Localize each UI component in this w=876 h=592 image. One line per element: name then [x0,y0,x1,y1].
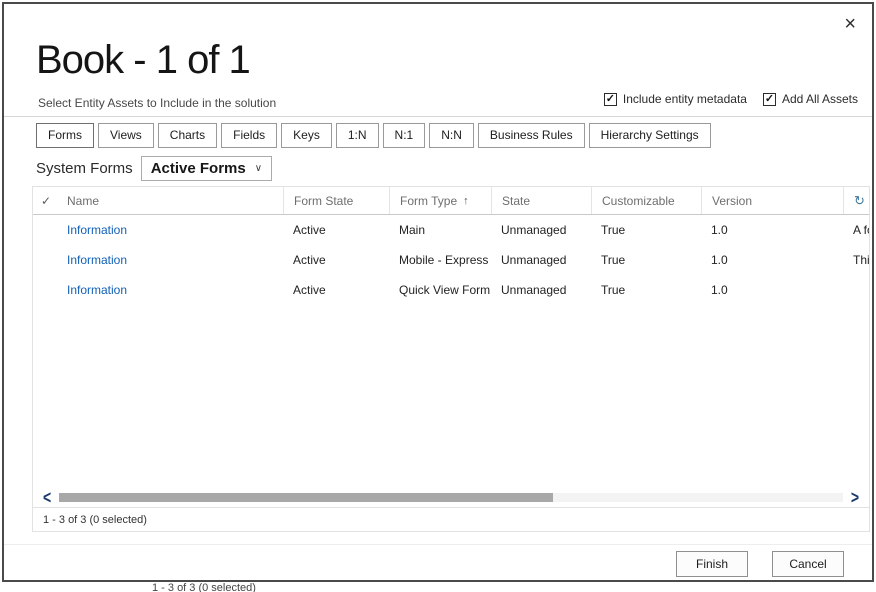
column-header-description[interactable]: ↻ [843,187,869,214]
column-header-name[interactable]: Name [67,187,283,214]
refresh-icon: ↻ [854,193,865,209]
cell-form-state: Active [283,223,389,237]
tab-nn[interactable]: N:N [429,123,474,148]
cell-version: 1.0 [701,283,843,297]
tab-business-rules[interactable]: Business Rules [478,123,585,148]
scrollbar-track[interactable] [59,493,843,502]
sort-ascending-icon: ↑ [463,195,469,207]
horizontal-scrollbar[interactable]: < > [33,487,869,507]
dropdown-selected-value: Active Forms [151,160,246,177]
checkbox-checked-icon: ✓ [604,93,617,106]
option-checkboxes: ✓ Include entity metadata ✓ Add All Asse… [604,92,858,106]
cell-state: Unmanaged [491,283,591,297]
scroll-left-icon[interactable]: < [43,488,51,507]
cell-customizable: True [591,283,701,297]
background-page-fragment: 1 - 3 of 3 (0 selected) [152,582,256,592]
cell-form-state: Active [283,253,389,267]
cell-customizable: True [591,223,701,237]
form-filter-dropdown[interactable]: Active Forms ∨ [141,156,272,181]
table-row[interactable]: Information Active Quick View Form Unman… [33,275,869,305]
cell-form-type: Quick View Form [389,283,491,297]
column-header-state[interactable]: State [491,187,591,214]
scroll-right-icon[interactable]: > [851,488,859,507]
cancel-button[interactable]: Cancel [772,551,844,577]
tab-charts[interactable]: Charts [158,123,217,148]
cell-version: 1.0 [701,223,843,237]
cell-version: 1.0 [701,253,843,267]
finish-button[interactable]: Finish [676,551,748,577]
record-count-status: 1 - 3 of 3 (0 selected) [33,507,869,531]
cell-form-state: Active [283,283,389,297]
close-icon[interactable]: × [840,12,860,36]
tab-keys[interactable]: Keys [281,123,332,148]
table-header-row: ✓ Name Form State Form Type ↑ State Cust… [33,187,869,215]
cell-description: This [843,253,869,267]
footer-divider [4,544,872,545]
tab-1n[interactable]: 1:N [336,123,379,148]
solution-asset-dialog: × Book - 1 of 1 Select Entity Assets to … [2,2,874,582]
cell-description: A fo [843,223,869,237]
tab-hierarchy-settings[interactable]: Hierarchy Settings [589,123,711,148]
cell-state: Unmanaged [491,223,591,237]
tab-views[interactable]: Views [98,123,154,148]
tab-forms[interactable]: Forms [36,123,94,148]
column-header-version[interactable]: Version [701,187,843,214]
select-all-checkmark[interactable]: ✓ [41,187,67,214]
record-link[interactable]: Information [67,223,127,237]
header-divider [4,116,872,117]
system-forms-label: System Forms [36,160,133,177]
cell-customizable: True [591,253,701,267]
page-title: Book - 1 of 1 [36,38,250,82]
column-header-customizable[interactable]: Customizable [591,187,701,214]
tab-n1[interactable]: N:1 [383,123,426,148]
cell-state: Unmanaged [491,253,591,267]
table-empty-area [33,305,869,487]
add-all-assets-checkbox[interactable]: ✓ Add All Assets [763,92,858,106]
tab-bar: Forms Views Charts Fields Keys 1:N N:1 N… [36,123,711,148]
filter-row: System Forms Active Forms ∨ [36,156,272,181]
include-entity-metadata-label: Include entity metadata [623,92,747,106]
forms-table: ✓ Name Form State Form Type ↑ State Cust… [32,186,870,532]
record-link[interactable]: Information [67,253,127,267]
page-subtitle: Select Entity Assets to Include in the s… [38,96,276,110]
checkbox-checked-icon: ✓ [763,93,776,106]
table-row[interactable]: Information Active Mobile - Express Unma… [33,245,869,275]
table-row[interactable]: Information Active Main Unmanaged True 1… [33,215,869,245]
cell-form-type: Mobile - Express [389,253,491,267]
footer-buttons: Finish Cancel [676,551,844,577]
record-link[interactable]: Information [67,283,127,297]
column-header-form-state[interactable]: Form State [283,187,389,214]
add-all-assets-label: Add All Assets [782,92,858,106]
chevron-down-icon: ∨ [255,163,262,174]
tab-fields[interactable]: Fields [221,123,277,148]
include-entity-metadata-checkbox[interactable]: ✓ Include entity metadata [604,92,747,106]
cell-form-type: Main [389,223,491,237]
column-header-form-type[interactable]: Form Type ↑ [389,187,491,214]
scrollbar-thumb[interactable] [59,493,553,502]
